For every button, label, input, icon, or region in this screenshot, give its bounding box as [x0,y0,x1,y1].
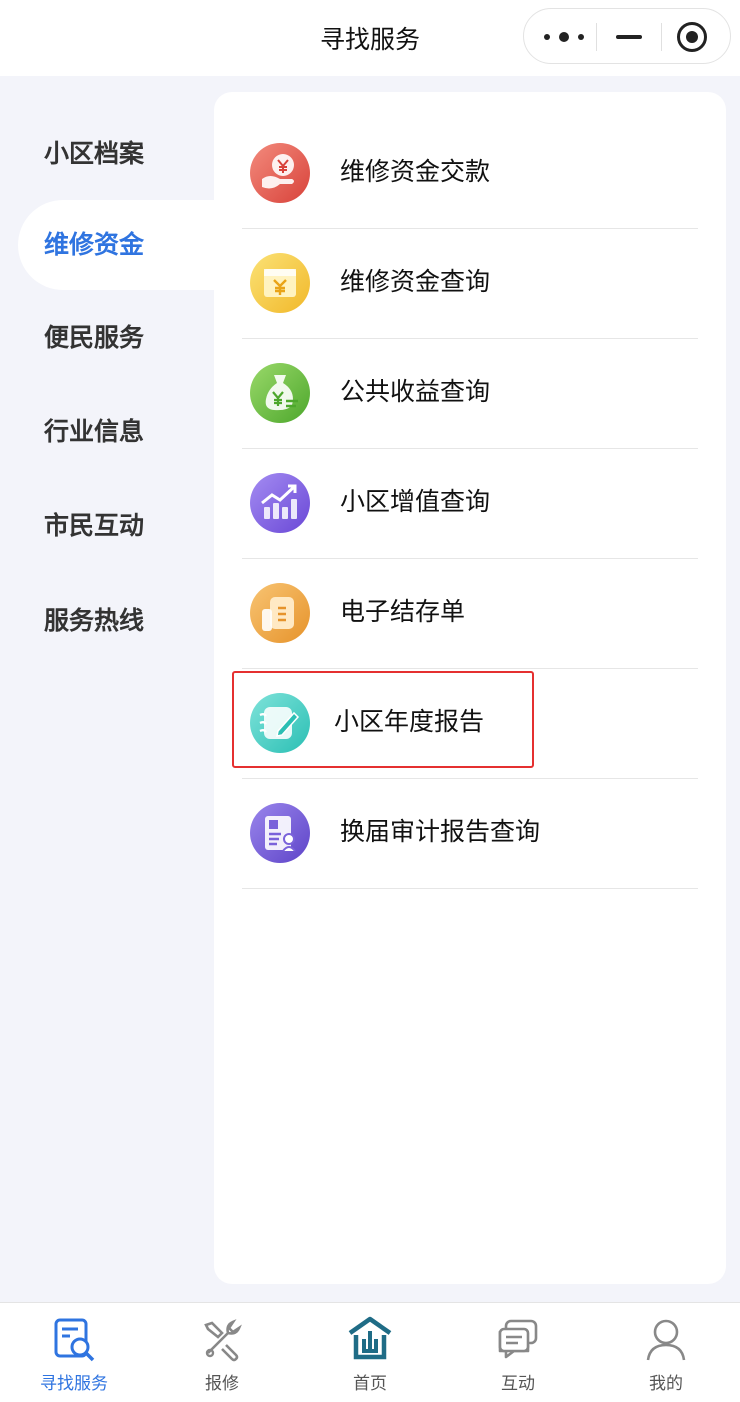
sidebar-item-citizen-interaction[interactable]: 市民互动 [44,509,144,543]
tab-label: 报修 [205,1374,239,1394]
sidebar-item-industry-info[interactable]: 行业信息 [44,415,144,449]
service-item-repair-fund-query[interactable]: 维修资金查询 [242,229,698,339]
service-item-public-income-query[interactable]: 公共收益查询 [242,339,698,449]
audit-report-icon [250,803,310,863]
service-item-audit-report-query[interactable]: 换届审计报告查询 [242,779,698,889]
electronic-statement-icon [250,583,310,643]
chat-icon [498,1319,538,1359]
tab-label: 互动 [501,1374,535,1394]
more-options-icon[interactable] [542,23,588,51]
tab-repair[interactable]: 报修 [148,1303,296,1402]
sidebar-item-hotline[interactable]: 服务热线 [44,604,144,638]
community-appreciation-icon [250,473,310,533]
tab-label: 寻找服务 [40,1374,108,1394]
minimize-icon[interactable] [612,23,648,51]
close-target-icon[interactable] [677,22,707,52]
service-item-electronic-statement[interactable]: 电子结存单 [242,559,698,669]
tab-interact[interactable]: 互动 [444,1303,592,1402]
tab-home[interactable]: 首页 [296,1303,444,1402]
sidebar-item-community-archive[interactable]: 小区档案 [44,137,144,171]
sidebar-item-convenience[interactable]: 便民服务 [44,321,144,355]
public-income-query-icon [250,363,310,423]
service-label: 换届审计报告查询 [340,817,541,846]
bottom-tab-bar: 寻找服务 报修 首页 互动 我的 [0,1302,740,1402]
user-icon [646,1319,686,1361]
service-label: 公共收益查询 [340,377,491,406]
repair-tools-icon [204,1319,242,1362]
tab-search-service[interactable]: 寻找服务 [0,1303,148,1402]
service-label: 电子结存单 [340,597,466,626]
mini-program-capsule [523,8,731,64]
repair-fund-query-icon [250,253,310,313]
service-item-repair-fund-payment[interactable]: 维修资金交款 [242,119,698,229]
highlight-box [232,671,534,768]
service-label: 维修资金交款 [340,157,491,186]
category-sidebar: 小区档案 维修资金 便民服务 行业信息 市民互动 服务热线 [0,76,238,1302]
service-item-community-appreciation[interactable]: 小区增值查询 [242,449,698,559]
tab-mine[interactable]: 我的 [592,1303,740,1402]
repair-fund-payment-icon [250,143,310,203]
service-label: 维修资金查询 [340,267,491,296]
sidebar-item-repair-fund[interactable]: 维修资金 [44,228,144,262]
tab-label: 首页 [353,1374,387,1394]
service-label: 小区增值查询 [340,487,491,516]
tab-label: 我的 [649,1374,683,1394]
search-service-icon [54,1318,95,1362]
top-nav-bar: 寻找服务 [0,0,740,76]
home-logo-icon [348,1316,392,1360]
